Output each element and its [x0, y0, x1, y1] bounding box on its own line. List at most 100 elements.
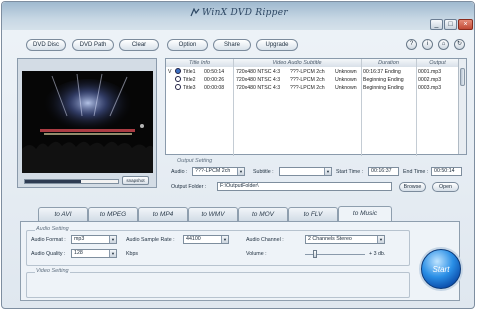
row-subtitle: Unknown	[335, 69, 357, 75]
audio-track-select[interactable]: ???-LPCM 2ch ▼	[192, 167, 245, 176]
volume-label: Volume :	[246, 251, 267, 257]
tab-to-wmv[interactable]: to WMV	[188, 207, 238, 221]
row-output: 0003.mp3	[418, 85, 442, 91]
column-duration: Duration	[378, 60, 399, 66]
audio-format-label: Audio Format :	[31, 237, 66, 243]
start-time-label: Start Time :	[336, 169, 364, 175]
title-list-scrollbar[interactable]	[458, 59, 466, 154]
concert-scene-image	[22, 71, 153, 173]
row-subtitle: Unknown	[335, 77, 357, 83]
chevron-down-icon: ▼	[221, 236, 228, 243]
upgrade-button[interactable]: Upgrade	[256, 39, 298, 51]
start-button[interactable]: Start	[421, 249, 461, 289]
audio-sample-rate-value: 44100	[186, 236, 201, 242]
winx-logo-icon	[190, 8, 200, 17]
seek-bar-fill	[25, 180, 81, 183]
share-button[interactable]: Share	[213, 39, 251, 51]
row-title: Title2	[183, 77, 196, 83]
option-button[interactable]: Option	[167, 39, 208, 51]
home-icon[interactable]: ⌂	[438, 39, 449, 50]
row-duration: Beginning Ending	[363, 85, 404, 91]
subtitle-select[interactable]: ▼	[279, 167, 332, 176]
row-audio: ???-LPCM 2ch	[290, 85, 325, 91]
table-row[interactable]: Title2 00:00:26 720x480 NTSC 4:3 ???-LPC…	[166, 76, 459, 84]
audio-quality-select[interactable]: 128 ▼	[71, 249, 117, 258]
seek-bar[interactable]	[24, 179, 119, 184]
dvd-disc-button[interactable]: DVD Disc	[26, 39, 66, 51]
audio-channel-label: Audio Channel :	[246, 237, 284, 243]
tab-to-avi[interactable]: to AVI	[38, 207, 88, 221]
chevron-down-icon: ▼	[324, 168, 331, 175]
chevron-down-icon: ▼	[237, 168, 244, 175]
chevron-down-icon: ▼	[377, 236, 384, 243]
row-mark: V	[168, 69, 172, 75]
app-window: WinX DVD Ripper _ □ × DVD Disc DVD Path …	[1, 1, 475, 309]
update-icon[interactable]: ↻	[454, 39, 465, 50]
row-length: 00:50:14	[204, 69, 225, 75]
audio-channel-value: 2 Channels Stereo	[308, 236, 352, 242]
chevron-down-icon: ▼	[109, 236, 116, 243]
close-button[interactable]: ×	[458, 19, 473, 30]
row-duration: 00:16:37 Ending	[363, 69, 401, 75]
volume-slider[interactable]	[305, 250, 365, 258]
video-setting-legend: Video Setting	[35, 268, 70, 274]
subtitle-label: Subtitle :	[253, 169, 274, 175]
audio-label: Audio :	[171, 169, 188, 175]
table-row[interactable]: Title3 00:00:08 720x480 NTSC 4:3 ???-LPC…	[166, 84, 459, 92]
audio-quality-value: 128	[74, 250, 83, 256]
output-setting-legend: Output Setting	[177, 158, 213, 164]
row-video: 720x480 NTSC 4:3	[236, 85, 281, 91]
dvd-path-button[interactable]: DVD Path	[72, 39, 114, 51]
maximize-button[interactable]: □	[444, 19, 457, 30]
volume-thumb[interactable]	[313, 250, 318, 258]
format-settings-panel: Audio Setting Audio Format : mp3 ▼ Audio…	[20, 221, 460, 301]
column-video-audio-subtitle: Video Audio Subtitle	[272, 60, 322, 66]
audio-track-value: ???-LPCM 2ch	[195, 168, 231, 174]
row-audio: ???-LPCM 2ch	[290, 77, 325, 83]
preview-panel: snapshot	[17, 58, 157, 188]
video-setting-group	[26, 272, 410, 298]
table-row[interactable]: V Title1 00:50:14 720x480 NTSC 4:3 ???-L…	[166, 68, 459, 76]
audio-sample-rate-select[interactable]: 44100 ▼	[183, 235, 229, 244]
minimize-button[interactable]: _	[430, 19, 443, 30]
clear-button[interactable]: Clear	[119, 39, 159, 51]
audio-setting-legend: Audio Setting	[35, 226, 70, 232]
end-time-field[interactable]: 00:50:14	[431, 167, 462, 176]
open-button[interactable]: Open	[432, 182, 459, 192]
output-setting-panel: Output Setting Audio : ???-LPCM 2ch ▼ Su…	[165, 158, 467, 194]
row-audio: ???-LPCM 2ch	[290, 69, 325, 75]
audio-format-select[interactable]: mp3 ▼	[71, 235, 117, 244]
tab-to-mov[interactable]: to MOV	[238, 207, 288, 221]
audio-channel-select[interactable]: 2 Channels Stereo ▼	[305, 235, 385, 244]
snapshot-button[interactable]: snapshot	[122, 176, 149, 185]
app-title: WinX DVD Ripper	[202, 8, 288, 18]
output-folder-label: Output Folder :	[171, 184, 207, 190]
chevron-down-icon: ▼	[109, 250, 116, 257]
row-output: 0002.mp3	[418, 77, 442, 83]
tab-to-flv[interactable]: to FLV	[288, 207, 338, 221]
column-output: Output	[429, 60, 446, 66]
row-checkbox[interactable]	[175, 84, 181, 93]
browse-button[interactable]: Browse	[399, 182, 426, 192]
audio-quality-label: Audio Quality :	[31, 251, 66, 257]
row-title: Title1	[183, 69, 196, 75]
row-video: 720x480 NTSC 4:3	[236, 69, 281, 75]
scrollbar-thumb[interactable]	[460, 68, 465, 86]
start-time-field[interactable]: 00:16:37	[368, 167, 399, 176]
row-length: 00:00:08	[204, 85, 225, 91]
info-icon[interactable]: i	[422, 39, 433, 50]
tab-to-music[interactable]: to Music	[338, 206, 392, 222]
audio-sample-rate-label: Audio Sample Rate :	[126, 237, 175, 243]
tab-to-mpeg[interactable]: to MPEG	[88, 207, 138, 221]
row-output: 0001.mp3	[418, 69, 442, 75]
end-time-label: End Time :	[403, 169, 429, 175]
row-subtitle: Unknown	[335, 85, 357, 91]
title-list: Title Info Video Audio Subtitle Duration…	[165, 58, 467, 156]
audio-format-value: mp3	[74, 236, 85, 242]
video-preview[interactable]	[22, 71, 153, 173]
title-bar[interactable]: WinX DVD Ripper _ □ ×	[2, 2, 474, 30]
help-icon[interactable]: ?	[406, 39, 417, 50]
output-folder-field[interactable]: F:\OutputFolder\	[217, 182, 392, 191]
tab-to-mp4[interactable]: to MP4	[138, 207, 188, 221]
audio-quality-unit: Kbps	[126, 251, 139, 257]
